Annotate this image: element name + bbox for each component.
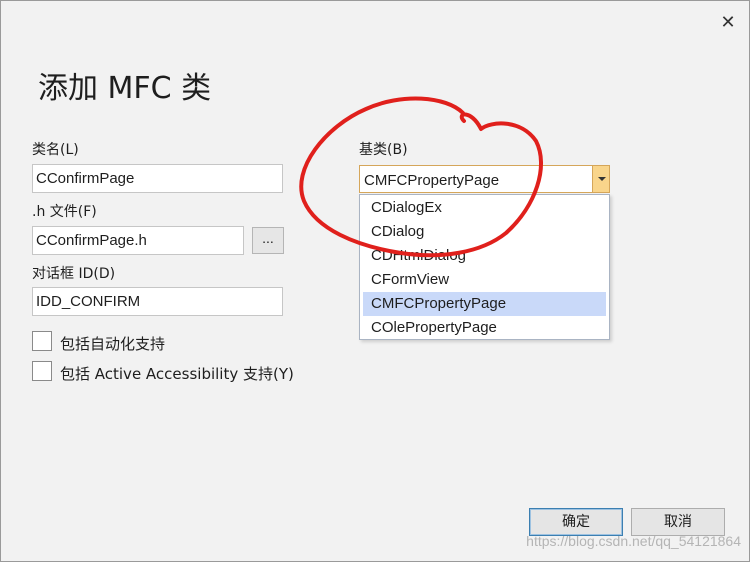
dropdown-item-cdialogex[interactable]: CDialogEx xyxy=(363,196,606,220)
base-class-combobox[interactable]: CMFCPropertyPage xyxy=(359,165,610,193)
dropdown-item-colepropertypage[interactable]: COlePropertyPage xyxy=(363,316,606,340)
dropdown-item-cmfcpropertypage[interactable]: CMFCPropertyPage xyxy=(363,292,606,316)
accessibility-checkbox-label: 包括 Active Accessibility 支持(Y) xyxy=(60,365,294,383)
dialog-id-input[interactable]: IDD_CONFIRM xyxy=(32,287,283,316)
browse-button[interactable]: ... xyxy=(252,227,284,254)
close-icon[interactable]: ✕ xyxy=(717,11,739,33)
base-class-dropdown-list: CDialogEx CDialog CDHtmlDialog CFormView… xyxy=(359,194,610,340)
add-mfc-class-dialog: ✕ 添加 MFC 类 类名(L) CConfirmPage .h 文件(F) C… xyxy=(0,0,750,562)
dropdown-arrow-icon[interactable] xyxy=(592,166,609,192)
automation-checkbox[interactable] xyxy=(32,331,52,351)
ok-button[interactable]: 确定 xyxy=(529,508,623,536)
class-name-input[interactable]: CConfirmPage xyxy=(32,164,283,193)
base-class-label: 基类(B) xyxy=(359,142,408,158)
automation-checkbox-label: 包括自动化支持 xyxy=(60,335,166,353)
dropdown-item-cdialog[interactable]: CDialog xyxy=(363,220,606,244)
dropdown-item-cformview[interactable]: CFormView xyxy=(363,268,606,292)
class-name-label: 类名(L) xyxy=(32,142,79,158)
h-file-input[interactable]: CConfirmPage.h xyxy=(32,226,244,255)
dialog-id-label: 对话框 ID(D) xyxy=(32,266,116,282)
dropdown-item-cdhtmldialog[interactable]: CDHtmlDialog xyxy=(363,244,606,268)
accessibility-checkbox[interactable] xyxy=(32,361,52,381)
dialog-title: 添加 MFC 类 xyxy=(38,71,212,106)
watermark-text: https://blog.csdn.net/qq_54121864 xyxy=(526,533,741,549)
h-file-label: .h 文件(F) xyxy=(32,204,97,220)
base-class-value: CMFCPropertyPage xyxy=(364,172,500,189)
cancel-button[interactable]: 取消 xyxy=(631,508,725,536)
